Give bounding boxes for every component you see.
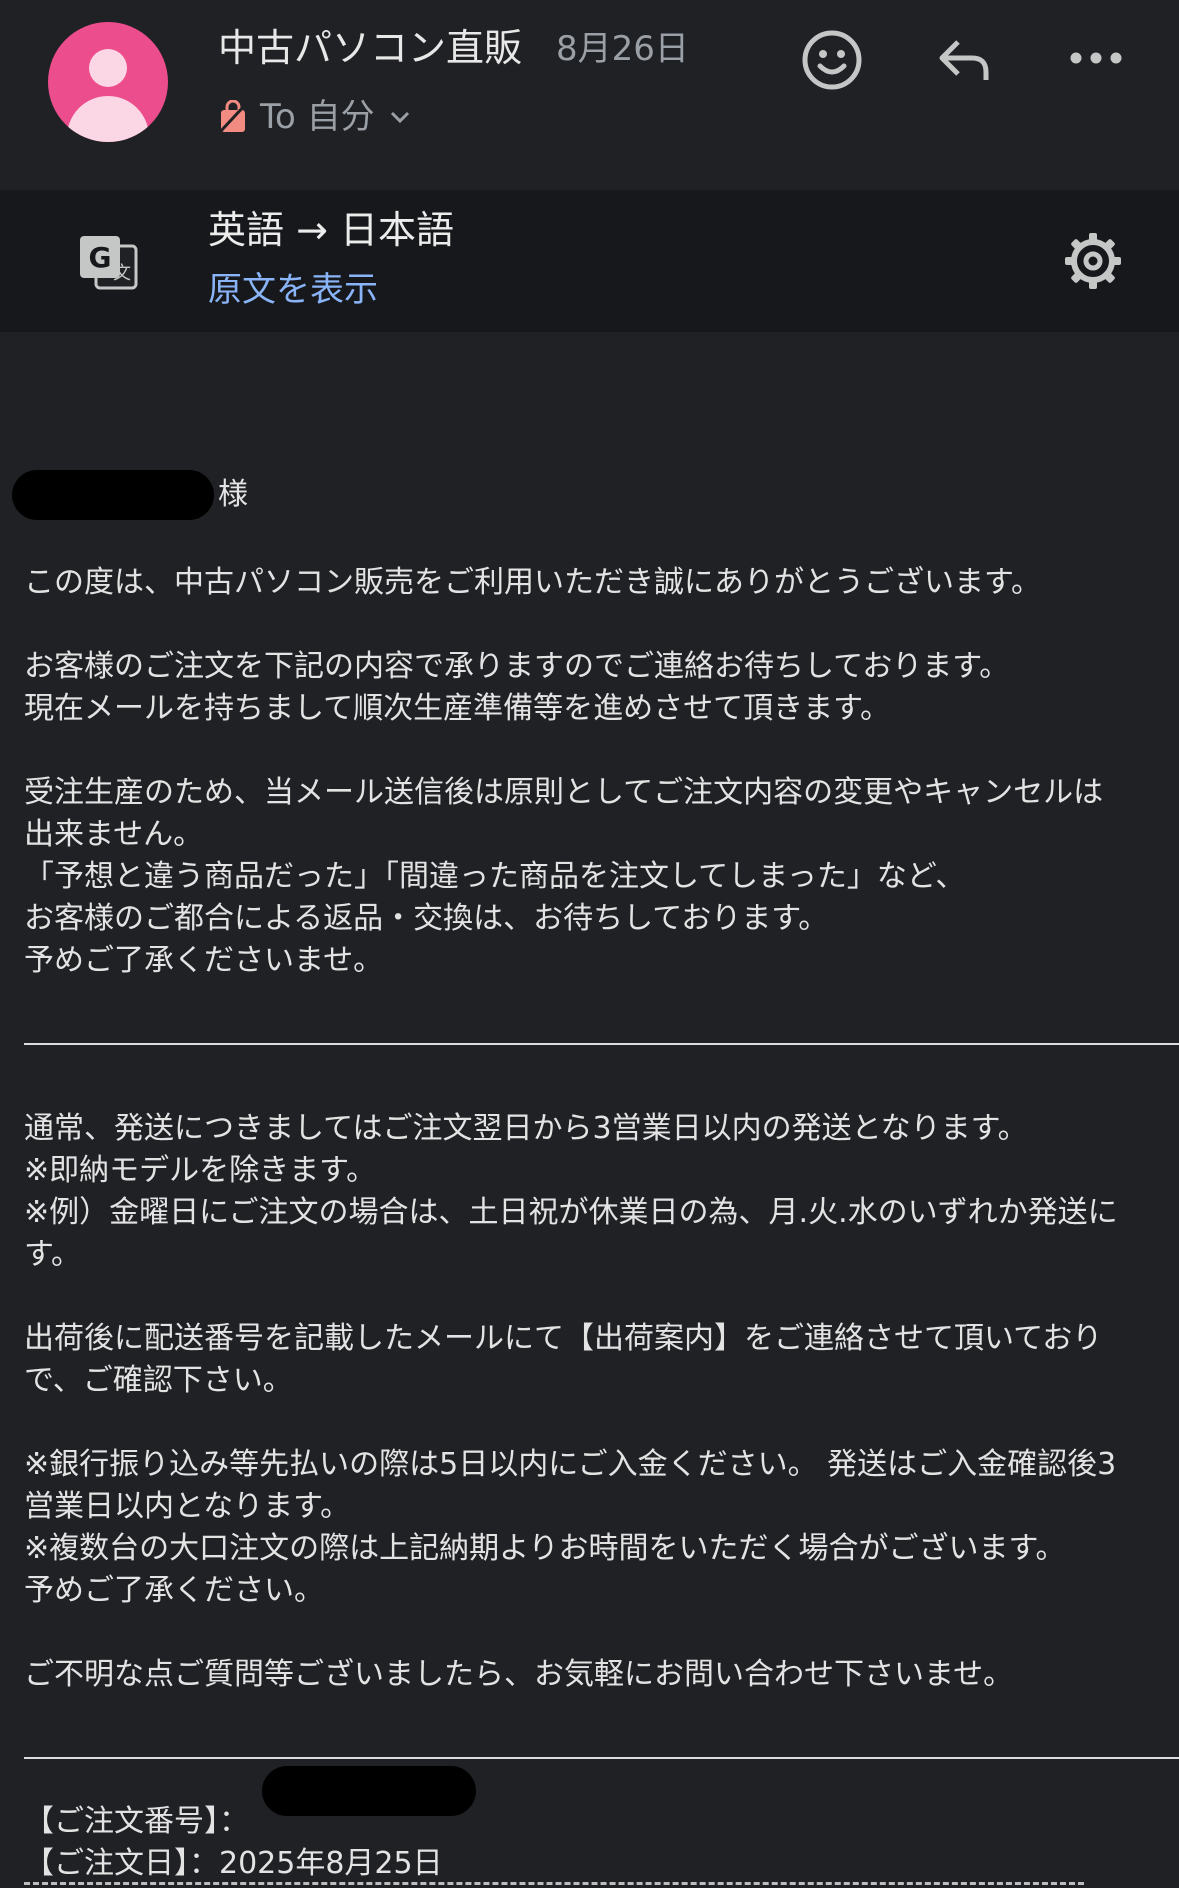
body-line: お客様のご都合による返品・交換は、お待ちしております。 [24, 901, 829, 936]
avatar-body [67, 96, 149, 142]
more-options-icon[interactable] [1064, 28, 1128, 92]
body-line: ※即納モデルを除きます。 [24, 1153, 377, 1188]
chevron-down-icon [390, 111, 409, 124]
divider [24, 1757, 1179, 1759]
sender-name: 中古パソコン直販 [218, 26, 523, 70]
body-line: ご不明な点ご質問等ございましたら、お気軽にお問い合わせ下さいませ。 [24, 1657, 1014, 1692]
body-line: 受注生産のため、当メール送信後は原則としてご注文内容の変更やキャンセルは [24, 775, 1104, 810]
avatar-head [89, 49, 127, 87]
body-line: この度は、中古パソコン販売をご利用いただき誠にありがとうございます。 [24, 565, 1041, 600]
body-line: 出荷後に配送番号を記載したメールにて【出荷案内】をご連絡させて頂いており [24, 1321, 1103, 1356]
body-line: お客様のご注文を下記の内容で承りますのでご連絡お待ちしております。 [24, 649, 1010, 684]
divider [24, 1043, 1179, 1045]
body-line: 「予想と違う商品だった」「間違った商品を注文してしまった」など、 [24, 859, 966, 894]
body-line: す。 [24, 1237, 81, 1272]
show-original-link[interactable]: 原文を表示 [208, 266, 378, 314]
email-date: 8月26日 [556, 29, 689, 69]
redacted-order-number [262, 1766, 476, 1816]
email-body: 様 この度は、中古パソコン販売をご利用いただき誠にありがとうございます。 お客様… [0, 332, 1179, 1888]
body-line: ※例）金曜日にご注文の場合は、土日祝が休業日の為、月.火.水のいずれか発送に [24, 1195, 1118, 1230]
emoji-reaction-icon[interactable] [800, 28, 864, 92]
translation-language-label: 英語 → 日本語 [208, 208, 454, 252]
dashed-divider [24, 1882, 1084, 1885]
body-line: ※銀行振り込み等先払いの際は5日以内にご入金ください。 発送はご入金確認後3 [24, 1447, 1117, 1482]
body-line: 出来ません。 [24, 817, 204, 852]
sender-avatar[interactable] [48, 22, 168, 142]
gear-icon[interactable] [1062, 230, 1124, 292]
google-translate-icon: G 文 [80, 236, 138, 290]
recipient-toggle[interactable]: To 自分 [218, 92, 413, 142]
order-date-label: 【ご注文日】：2025年8月25日 [24, 1846, 443, 1881]
translation-bar: G 文 [0, 190, 1179, 332]
body-line: 予めご了承くださいませ。 [24, 943, 384, 978]
body-line: 現在メールを持ちまして順次生産準備等を進めさせて頂きます。 [24, 691, 891, 726]
redacted-recipient-name [12, 470, 214, 520]
email-header: 中古パソコン直販 8月26日 To 自分 [0, 0, 1179, 190]
reply-icon[interactable] [932, 28, 996, 92]
important-marker-icon [218, 100, 248, 134]
body-line: 予めご了承ください。 [24, 1573, 324, 1608]
recipient-label: To 自分 [260, 97, 375, 137]
svg-text:G: G [89, 241, 112, 274]
body-line: ※複数台の大口注文の際は上記納期よりお時間をいただく場合がございます。 [24, 1531, 1066, 1566]
body-line: 通常、発送につきましてはご注文翌日から3営業日以内の発送となります。 [24, 1111, 1028, 1146]
svg-text:文: 文 [113, 263, 131, 284]
body-line: 営業日以内となります。 [24, 1489, 351, 1524]
body-line: で、ご確認下さい。 [24, 1363, 293, 1398]
order-number-label: 【ご注文番号】： [24, 1804, 249, 1839]
salutation-suffix: 様 [218, 477, 248, 512]
